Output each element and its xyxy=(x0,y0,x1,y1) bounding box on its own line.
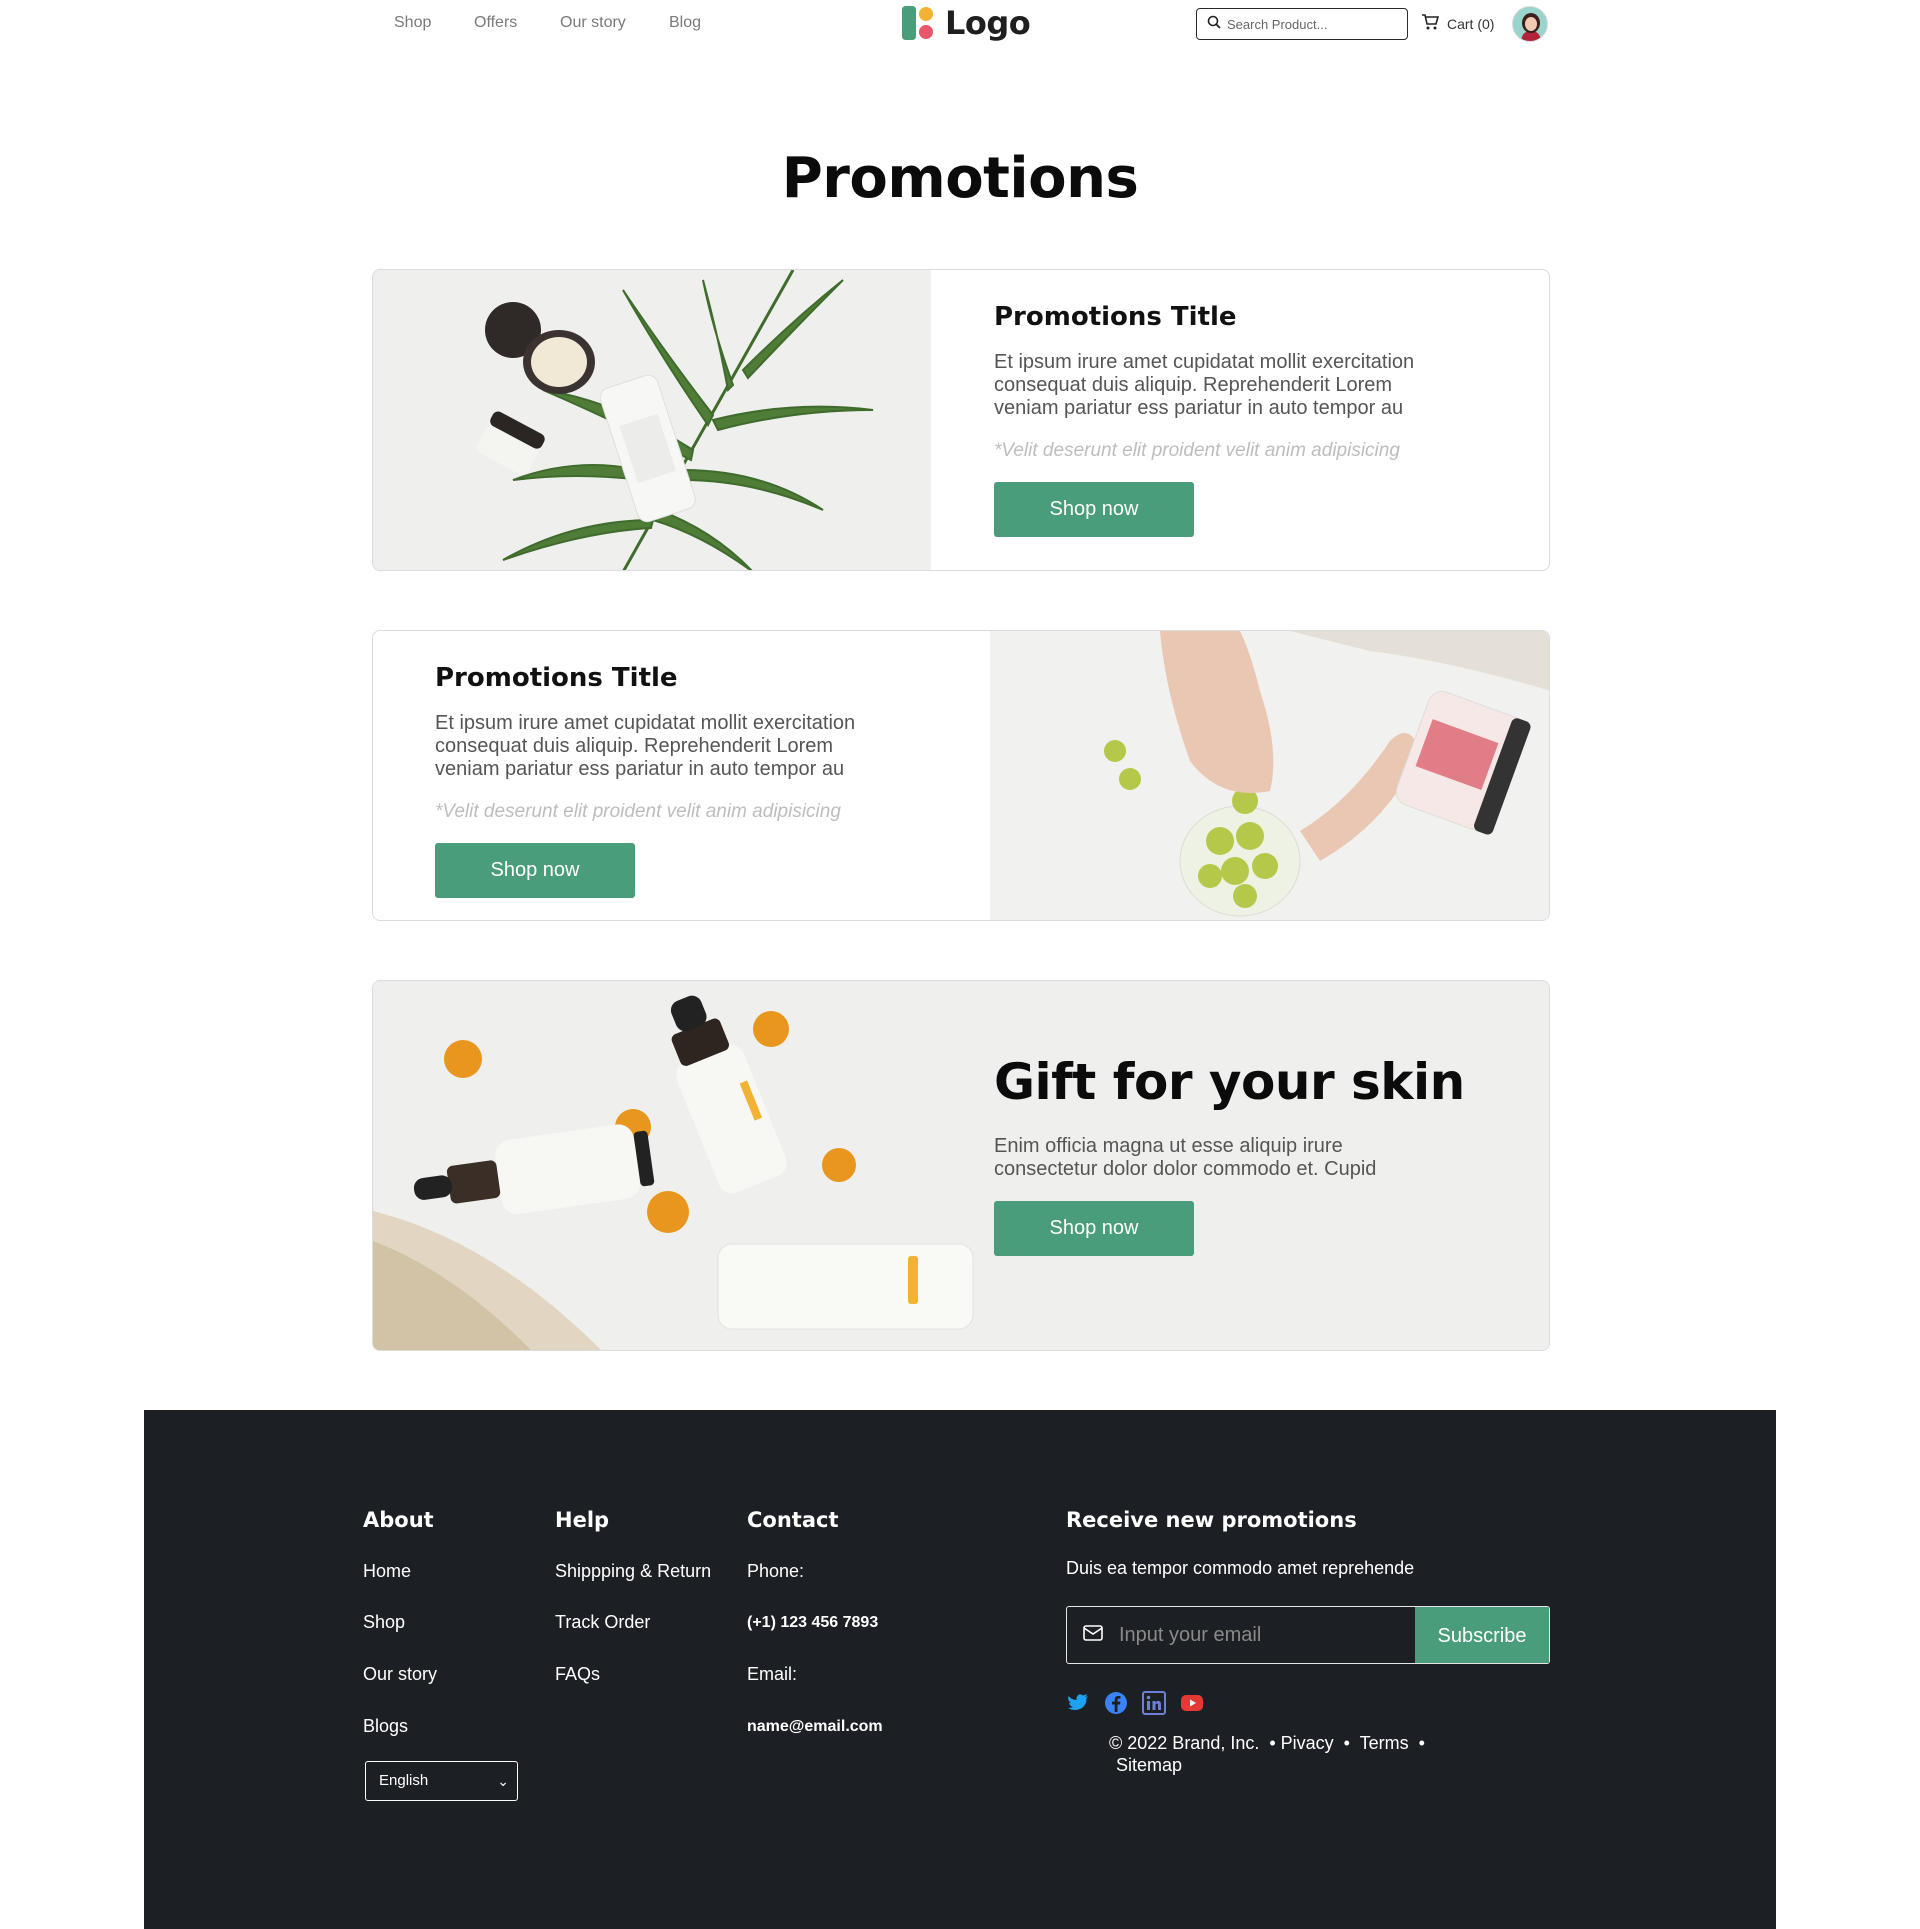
promo-card-2: Promotions Title Et ipsum irure amet cup… xyxy=(372,630,1550,921)
user-avatar[interactable] xyxy=(1512,6,1548,42)
legal-line-2[interactable]: Sitemap xyxy=(1109,1754,1425,1776)
mail-icon xyxy=(1083,1624,1103,1646)
promo-note: *Velit deserunt elit proident velit anim… xyxy=(994,440,1400,461)
banner-description: Enim officia magna ut esse aliquip irure… xyxy=(994,1135,1377,1180)
cart-label: Cart (0) xyxy=(1447,15,1495,32)
search-input[interactable] xyxy=(1227,16,1397,32)
newsletter-heading: Receive new promotions xyxy=(1066,1508,1357,1532)
email-label: Email: xyxy=(747,1664,798,1684)
promo-title: Promotions Title xyxy=(435,663,678,693)
promo-description: Et ipsum irure amet cupidatat mollit exe… xyxy=(994,351,1415,419)
footer-link-faqs[interactable]: FAQs xyxy=(555,1664,600,1685)
promo-content-2: Promotions Title Et ipsum irure amet cup… xyxy=(435,663,865,898)
youtube-icon[interactable] xyxy=(1180,1691,1204,1715)
nav-our-story[interactable]: Our story xyxy=(560,14,626,32)
footer-link-track-order[interactable]: Track Order xyxy=(555,1612,650,1633)
footer-contact-heading: Contact xyxy=(747,1508,839,1532)
promo-image-gummies xyxy=(990,631,1549,920)
email-input[interactable] xyxy=(1119,1623,1399,1647)
logo-text: Logo xyxy=(945,4,1031,42)
site-header: Shop Offers Our story Blog Logo Cart (0) xyxy=(0,0,1920,48)
subscribe-button[interactable]: Subscribe xyxy=(1415,1607,1549,1663)
shop-now-button[interactable]: Shop now xyxy=(994,482,1194,537)
logo[interactable]: Logo xyxy=(898,3,1031,43)
footer-help-heading: Help xyxy=(555,1508,610,1532)
shop-now-button[interactable]: Shop now xyxy=(994,1201,1194,1256)
promo-content-1: Promotions Title Et ipsum irure amet cup… xyxy=(994,302,1424,537)
promo-note: *Velit deserunt elit proident velit anim… xyxy=(435,801,841,822)
twitter-icon[interactable] xyxy=(1066,1691,1090,1715)
nav-blog[interactable]: Blog xyxy=(669,14,701,32)
language-value: English xyxy=(379,1772,429,1789)
footer-link-shop[interactable]: Shop xyxy=(363,1612,405,1633)
footer-link-blogs[interactable]: Blogs xyxy=(363,1716,408,1737)
promo-title: Promotions Title xyxy=(994,302,1237,332)
promo-card-1: Promotions Title Et ipsum irure amet cup… xyxy=(372,269,1550,571)
nav-offers[interactable]: Offers xyxy=(474,14,517,32)
facebook-icon[interactable] xyxy=(1104,1691,1128,1715)
cart-icon xyxy=(1421,14,1447,33)
legal-links: © 2022 Brand, Inc. • Pivacy • Terms • Si… xyxy=(1109,1732,1425,1776)
language-select[interactable]: English ⌄ xyxy=(365,1761,518,1801)
linkedin-icon[interactable] xyxy=(1142,1691,1166,1715)
chevron-down-icon: ⌄ xyxy=(497,1773,509,1789)
newsletter-text: Duis ea tempor commodo amet reprehende xyxy=(1066,1558,1415,1578)
nav-shop[interactable]: Shop xyxy=(394,14,431,32)
email-address[interactable]: name@email.com xyxy=(747,1718,883,1736)
site-footer: About Home Shop Our story Blogs English … xyxy=(144,1410,1776,1929)
legal-line-1[interactable]: © 2022 Brand, Inc. • Pivacy • Terms • xyxy=(1109,1732,1425,1754)
banner-title: Gift for your skin xyxy=(994,1053,1465,1111)
footer-about-heading: About xyxy=(363,1508,434,1532)
phone-label: Phone: xyxy=(747,1561,805,1581)
banner-content: Gift for your skin Enim officia magna ut… xyxy=(994,1053,1465,1256)
email-input-wrapper xyxy=(1067,1607,1415,1663)
promo-image-skincare-jars xyxy=(373,270,931,570)
search-icon xyxy=(1207,15,1221,34)
logo-icon xyxy=(898,4,936,42)
shop-now-button[interactable]: Shop now xyxy=(435,843,635,898)
gift-banner: Gift for your skin Enim officia magna ut… xyxy=(372,980,1550,1351)
phone-number[interactable]: (+1) 123 456 7893 xyxy=(747,1614,878,1632)
promo-description: Et ipsum irure amet cupidatat mollit exe… xyxy=(435,712,856,780)
footer-link-shipping-return[interactable]: Shippping & Return xyxy=(555,1561,711,1582)
cart-button[interactable]: Cart (0) xyxy=(1421,14,1494,33)
newsletter-form: Subscribe xyxy=(1066,1606,1550,1664)
page-title: Promotions xyxy=(781,146,1139,211)
footer-link-home[interactable]: Home xyxy=(363,1561,411,1582)
footer-link-our-story[interactable]: Our story xyxy=(363,1664,437,1685)
search-box[interactable] xyxy=(1196,8,1408,40)
